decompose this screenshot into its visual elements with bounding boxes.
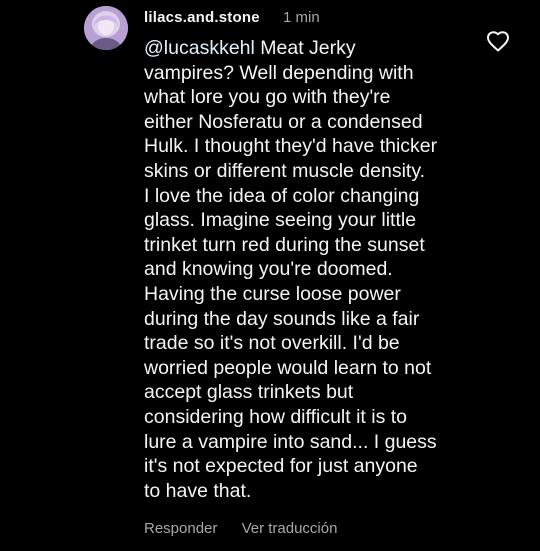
avatar[interactable] <box>84 6 128 50</box>
comment-username[interactable]: lilacs.and.stone <box>144 9 260 26</box>
comment-line: @lucaskkehl Meat Jerky <box>144 37 356 59</box>
reply-button[interactable]: Responder <box>144 520 217 537</box>
comment-line: Having the curse loose power <box>144 282 401 305</box>
avatar-image <box>84 6 128 50</box>
comment-line: during the day sounds like a fair <box>144 307 420 330</box>
comment-line: glass. Imagine seeing your little <box>144 209 417 232</box>
comment-line: either Nosferatu or a condensed <box>144 110 423 133</box>
comment-line: trinket turn red during the sunset <box>144 233 425 256</box>
comment-timestamp: 1 min <box>283 9 320 26</box>
comment: lilacs.and.stone 1 min @lucaskkehl Meat … <box>0 0 540 551</box>
comment-line: lure a vampire into sand... I guess <box>144 430 437 453</box>
comment-line: I love the idea of color changing <box>144 184 420 207</box>
comment-text: @lucaskkehl Meat Jerky vampires? Well de… <box>144 36 484 503</box>
comment-line: Hulk. I thought they'd have thicker <box>144 135 438 158</box>
comment-actions: Responder Ver traducción <box>144 520 337 537</box>
comment-line: skins or different muscle density. <box>144 159 426 182</box>
comment-line: and knowing you're doomed. <box>144 258 393 281</box>
mention-link[interactable]: @lucaskkehl <box>144 37 255 59</box>
comment-line: vampires? Well depending with <box>144 61 414 84</box>
comment-line: accept glass trinkets but <box>144 381 354 404</box>
comment-line: worried people would learn to not <box>144 356 432 379</box>
comment-line: considering how difficult it is to <box>144 405 408 428</box>
see-translation-button[interactable]: Ver traducción <box>242 520 338 537</box>
comment-line: to have that. <box>144 479 252 502</box>
comment-line: trade so it's not overkill. I'd be <box>144 332 400 355</box>
comment-line: it's not expected for just anyone <box>144 455 418 478</box>
heart-outline-icon[interactable] <box>486 30 510 52</box>
comment-line: what lore you go with they're <box>144 86 391 109</box>
